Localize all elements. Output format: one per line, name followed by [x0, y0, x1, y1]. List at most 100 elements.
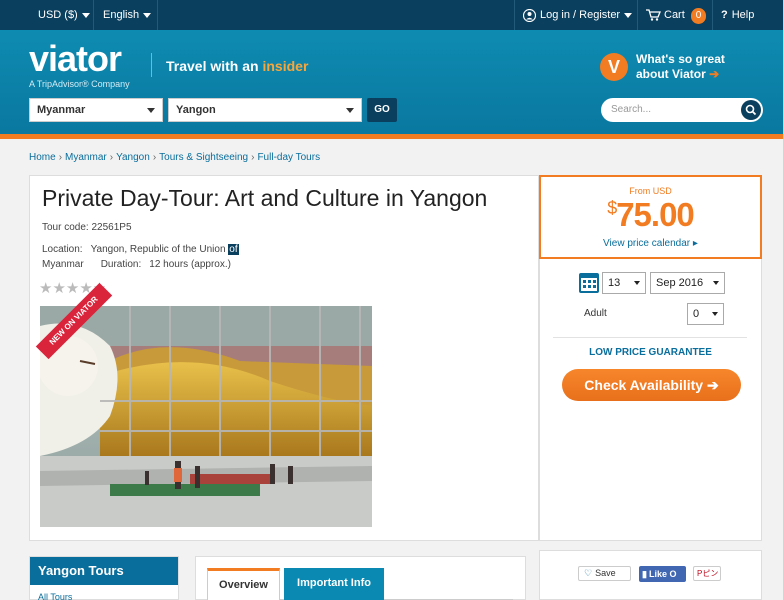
header-accent-stripe: [0, 134, 783, 139]
save-label: Save: [595, 568, 616, 578]
help-label: Help: [731, 9, 755, 21]
go-button[interactable]: GO: [367, 98, 397, 122]
reclining-buddha-image: [40, 306, 372, 527]
adult-count-select[interactable]: 0: [687, 303, 724, 325]
tour-title: Private Day-Tour: Art and Culture in Yan…: [42, 185, 488, 211]
language-selector[interactable]: English: [103, 0, 152, 30]
view-price-calendar-link[interactable]: View price calendar ▸: [539, 238, 762, 249]
check-availability-button[interactable]: Check Availability ➔: [562, 369, 741, 401]
divider: [151, 53, 152, 77]
arrow-right-icon: ➔: [709, 67, 720, 81]
location-value: Yangon, Republic of the Union: [90, 244, 226, 255]
help-link[interactable]: ? Help: [721, 0, 754, 30]
divider: [712, 0, 713, 30]
thumbs-up-icon: ▮: [642, 569, 647, 579]
adult-count-value: 0: [693, 308, 700, 320]
city-select[interactable]: Yangon: [168, 98, 362, 122]
whats-line-1: What's so great: [636, 52, 725, 66]
breadcrumb-myanmar[interactable]: Myanmar: [65, 152, 107, 163]
viator-v-icon[interactable]: V: [600, 53, 628, 81]
tour-code-value: 22561P5: [91, 222, 132, 233]
divider: [157, 0, 158, 30]
like-label: Like O: [648, 569, 677, 579]
search-icon: [745, 104, 757, 116]
tab-important-info[interactable]: Important Info: [284, 568, 384, 600]
divider: [93, 0, 94, 30]
divider: [553, 337, 747, 338]
question-mark-icon: ?: [721, 9, 728, 21]
low-price-guarantee[interactable]: LOW PRICE GUARANTEE: [539, 347, 762, 358]
tab-overview[interactable]: Overview: [207, 568, 280, 600]
currency-symbol: $: [607, 198, 617, 218]
breadcrumb: Home › Myanmar › Yangon › Tours & Sightseeing ›…: [29, 152, 320, 163]
breadcrumb-separator: ›: [251, 152, 255, 163]
currency-label: USD ($): [38, 9, 78, 21]
tour-photo[interactable]: [40, 306, 372, 527]
price-amount: $75.00: [539, 196, 762, 234]
tour-duration-line: Myanmar Duration: 12 hours (approx.): [42, 259, 231, 270]
tagline-highlight: insider: [262, 58, 309, 74]
breadcrumb-separator: ›: [109, 152, 114, 163]
tagline: Travel with an insider: [166, 58, 308, 74]
user-icon: [522, 8, 537, 22]
day-select[interactable]: 13: [602, 272, 646, 294]
sidebar-link-all-tours[interactable]: All Tours: [38, 592, 72, 600]
breadcrumb-home[interactable]: Home: [29, 152, 56, 163]
viator-logo[interactable]: viator: [29, 38, 122, 80]
price-from-label: From USD: [629, 186, 672, 196]
month-year-select[interactable]: Sep 2016: [650, 272, 725, 294]
save-button[interactable]: ♡ Save: [578, 566, 631, 581]
search-input[interactable]: Search...: [601, 98, 763, 122]
country-select[interactable]: Myanmar: [29, 98, 163, 122]
login-label: Log in / Register: [540, 9, 621, 21]
chevron-down-icon: [81, 12, 90, 18]
tagline-text: Travel with an: [166, 58, 263, 74]
chevron-down-icon: [143, 12, 152, 18]
chevron-down-icon: [712, 312, 718, 316]
chevron-down-icon: [147, 108, 155, 113]
whats-so-great-link[interactable]: What's so great about Viator ➔: [636, 52, 756, 82]
search-placeholder: Search...: [611, 104, 652, 115]
selected-text-highlight: of: [228, 244, 239, 255]
breadcrumb-full-day[interactable]: Full-day Tours: [257, 152, 320, 163]
logo-subtitle: A TripAdvisor® Company: [29, 79, 130, 89]
chevron-down-icon: [713, 281, 719, 285]
facebook-like-button[interactable]: ▮ Like O: [639, 566, 686, 582]
login-register-link[interactable]: Log in / Register: [522, 0, 633, 30]
pinterest-button[interactable]: Pピン: [693, 566, 721, 581]
chevron-down-icon: [346, 108, 354, 113]
location-value-cont: Myanmar: [42, 259, 84, 270]
breadcrumb-yangon[interactable]: Yangon: [116, 152, 150, 163]
calendar-icon[interactable]: [579, 273, 599, 293]
tour-code-label: Tour code:: [42, 222, 89, 233]
duration-label: Duration:: [100, 259, 142, 270]
cart-label: Cart: [664, 9, 685, 21]
breadcrumb-separator: ›: [152, 152, 157, 163]
day-value: 13: [608, 277, 621, 289]
price-value: 75.00: [616, 196, 695, 233]
currency-selector[interactable]: USD ($): [38, 0, 90, 30]
tour-code: Tour code: 22561P5: [42, 222, 132, 233]
whats-line-2: about Viator: [636, 67, 706, 81]
adult-label: Adult: [584, 308, 607, 319]
cart-icon: [646, 9, 661, 21]
tour-location-line: Location: Yangon, Republic of the Union o…: [42, 244, 239, 255]
divider: [514, 0, 515, 30]
country-value: Myanmar: [37, 104, 86, 116]
breadcrumb-tours[interactable]: Tours & Sightseeing: [159, 152, 248, 163]
chevron-down-icon: [634, 281, 640, 285]
city-value: Yangon: [176, 104, 216, 116]
top-bar: USD ($) English Log in / Register Cart 0 …: [0, 0, 783, 30]
search-button[interactable]: [741, 100, 761, 120]
language-label: English: [103, 9, 140, 21]
location-label: Location:: [42, 244, 83, 255]
cart-count-badge: 0: [690, 8, 707, 24]
cart-link[interactable]: Cart 0: [646, 0, 707, 30]
duration-value: 12 hours (approx.): [149, 259, 231, 270]
month-year-value: Sep 2016: [656, 277, 704, 289]
heart-icon: ♡: [584, 568, 593, 578]
sidebar-heading: Yangon Tours: [30, 557, 178, 585]
chevron-down-icon: [624, 12, 633, 18]
divider: [637, 0, 638, 30]
breadcrumb-separator: ›: [58, 152, 63, 163]
